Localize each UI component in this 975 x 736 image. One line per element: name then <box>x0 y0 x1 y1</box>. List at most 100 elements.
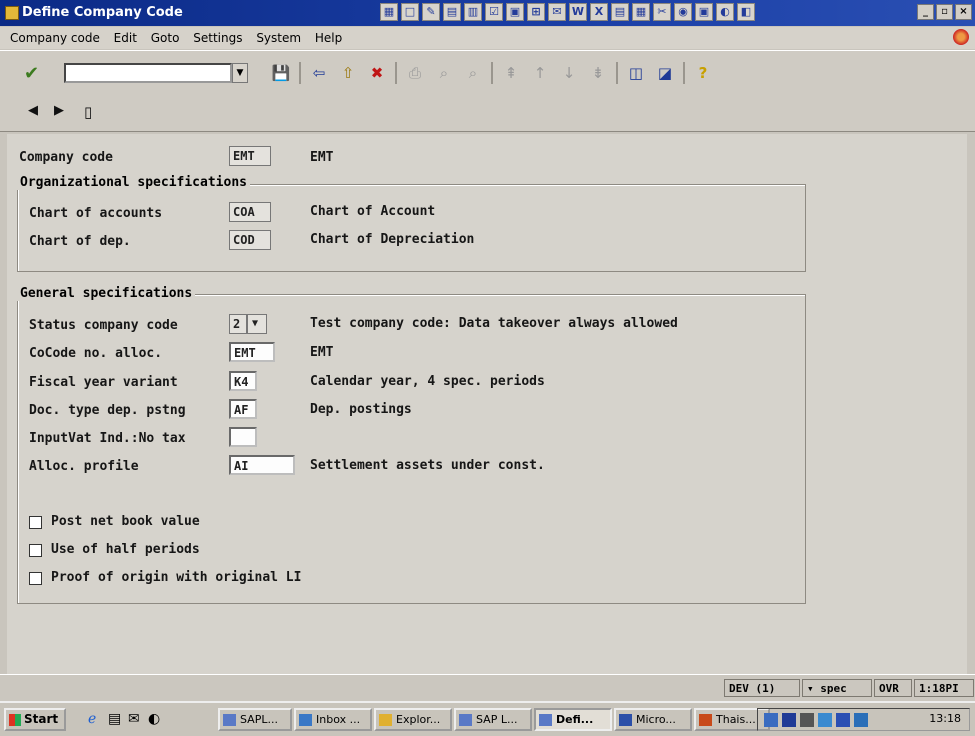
chart-of-dep-field[interactable]: COD <box>229 230 271 250</box>
menu-system[interactable]: System <box>256 31 301 45</box>
separator <box>616 62 618 84</box>
status-dropdown-icon[interactable]: ▼ <box>247 314 267 334</box>
tool-icon[interactable]: ▤ <box>443 3 461 21</box>
exit-icon[interactable]: ⇧ <box>337 62 359 84</box>
maximize-icon[interactable]: ▫ <box>936 4 953 20</box>
outlook-icon[interactable]: ✉ <box>128 711 140 727</box>
cancel-icon[interactable]: ✖ <box>366 62 388 84</box>
monitor-icon[interactable] <box>836 713 850 727</box>
task-explorer[interactable]: Explor... <box>374 708 452 731</box>
tool-icon[interactable]: ☑ <box>485 3 503 21</box>
shortcut-icon[interactable]: ◪ <box>654 62 676 84</box>
task-microsoft-word[interactable]: Micro... <box>614 708 692 731</box>
tool-icon[interactable]: ▥ <box>464 3 482 21</box>
menu-help[interactable]: Help <box>315 31 342 45</box>
first-page-icon[interactable]: ⇞ <box>500 62 522 84</box>
tool-icon[interactable]: ✂ <box>653 3 671 21</box>
language-icon[interactable] <box>782 713 796 727</box>
print-icon[interactable]: ⎙ <box>404 62 426 84</box>
task-sapl-2[interactable]: SAP L... <box>454 708 532 731</box>
sap-logo-icon <box>953 29 969 45</box>
inbox-task-icon <box>299 714 312 726</box>
menu-company-code[interactable]: Company code <box>10 31 100 45</box>
tool-icon[interactable]: ▣ <box>506 3 524 21</box>
task-label: Inbox ... <box>316 713 361 726</box>
fiscal-year-variant-label: Fiscal year variant <box>29 375 178 390</box>
save-icon[interactable]: 💾 <box>270 62 292 84</box>
start-button[interactable]: Start <box>4 708 66 731</box>
post-net-book-value-checkbox[interactable] <box>29 516 42 529</box>
company-code-field[interactable]: EMT <box>229 146 271 166</box>
chart-of-accounts-field[interactable]: COA <box>229 202 271 222</box>
tool-icon[interactable]: ◉ <box>674 3 692 21</box>
task-define-company-code[interactable]: Defi... <box>534 708 612 731</box>
server-dropdown-icon[interactable]: ▾ <box>807 682 814 695</box>
status-company-code-field[interactable]: 2 <box>229 314 247 334</box>
task-label: SAPL... <box>240 713 278 726</box>
desktop-icon[interactable]: ▤ <box>108 711 121 727</box>
tool-icon[interactable]: ▦ <box>380 3 398 21</box>
use-half-periods-checkbox[interactable] <box>29 544 42 557</box>
chart-of-accounts-label: Chart of accounts <box>29 206 163 221</box>
network-icon[interactable] <box>764 713 778 727</box>
company-code-form: Company code EMT EMT Organizational spec… <box>7 134 967 674</box>
display-icon[interactable] <box>818 713 832 727</box>
prev-page-icon[interactable]: ↑ <box>529 62 551 84</box>
back-icon[interactable]: ⇦ <box>308 62 330 84</box>
tool-icon[interactable]: ◧ <box>737 3 755 21</box>
chart-of-accounts-desc: Chart of Account <box>310 204 436 219</box>
task-inbox[interactable]: Inbox ... <box>294 708 372 731</box>
alloc-profile-field[interactable]: AI <box>229 455 295 475</box>
server-status[interactable]: ▾ spec <box>802 679 872 697</box>
tool-icon[interactable]: ✎ <box>422 3 440 21</box>
tool-icon[interactable]: □ <box>401 3 419 21</box>
menu-edit[interactable]: Edit <box>114 31 137 45</box>
next-page-icon[interactable]: ↓ <box>558 62 580 84</box>
general-specifications-title: General specifications <box>17 286 196 301</box>
inputvat-field[interactable] <box>229 427 257 447</box>
general-specifications-group <box>17 294 806 604</box>
delete-icon[interactable]: ▯ <box>84 103 92 121</box>
alloc-profile-label: Alloc. profile <box>29 459 139 474</box>
ie-icon[interactable]: ℯ <box>88 711 96 727</box>
close-icon[interactable]: × <box>955 4 972 20</box>
tool-icon[interactable]: ▤ <box>611 3 629 21</box>
sap-task-icon <box>459 714 472 726</box>
volume-icon[interactable] <box>800 713 814 727</box>
tool-icon[interactable]: ⊞ <box>527 3 545 21</box>
tool-icon[interactable]: ◐ <box>716 3 734 21</box>
company-code-desc: EMT <box>310 150 334 165</box>
task-label: Micro... <box>636 713 676 726</box>
fiscal-year-variant-field[interactable]: K4 <box>229 371 257 391</box>
command-dropdown-icon[interactable]: ▼ <box>232 63 248 83</box>
chart-of-dep-desc: Chart of Depreciation <box>310 232 475 247</box>
tool-icon[interactable]: ✉ <box>548 3 566 21</box>
task-label: Explor... <box>396 713 441 726</box>
menu-settings[interactable]: Settings <box>193 31 242 45</box>
organizational-specifications-title: Organizational specifications <box>17 175 250 190</box>
tool-icon[interactable]: ▣ <box>695 3 713 21</box>
last-page-icon[interactable]: ⇟ <box>587 62 609 84</box>
minimize-icon[interactable]: _ <box>917 4 934 20</box>
find-icon[interactable]: ⌕ <box>433 62 455 84</box>
tool-icon[interactable]: W <box>569 3 587 21</box>
proof-of-origin-checkbox[interactable] <box>29 572 42 585</box>
app-tray-icon[interactable] <box>854 713 868 727</box>
next-entry-icon[interactable]: ▶ <box>54 103 64 118</box>
previous-entry-icon[interactable]: ◀ <box>28 103 38 118</box>
enter-check-icon[interactable]: ✔ <box>24 63 39 84</box>
doc-type-dep-pstng-field[interactable]: AF <box>229 399 257 419</box>
command-field[interactable] <box>64 63 232 83</box>
separator <box>395 62 397 84</box>
windows-taskbar: Start ℯ ▤ ✉ ◐ SAPL... Inbox ... Explor..… <box>0 701 975 736</box>
new-session-icon[interactable]: ◫ <box>625 62 647 84</box>
help-icon[interactable]: ? <box>692 62 714 84</box>
title-bar: Define Company Code ▦ □ ✎ ▤ ▥ ☑ ▣ ⊞ ✉ W X ▤ ▦ ✂ ◉ ▣ ◐ ◧ _… <box>0 0 975 26</box>
task-sapl-1[interactable]: SAPL... <box>218 708 292 731</box>
cocode-no-alloc-field[interactable]: EMT <box>229 342 275 362</box>
channel-icon[interactable]: ◐ <box>148 711 160 727</box>
menu-goto[interactable]: Goto <box>151 31 180 45</box>
tool-icon[interactable]: ▦ <box>632 3 650 21</box>
find-next-icon[interactable]: ⌕ <box>462 62 484 84</box>
tool-icon[interactable]: X <box>590 3 608 21</box>
